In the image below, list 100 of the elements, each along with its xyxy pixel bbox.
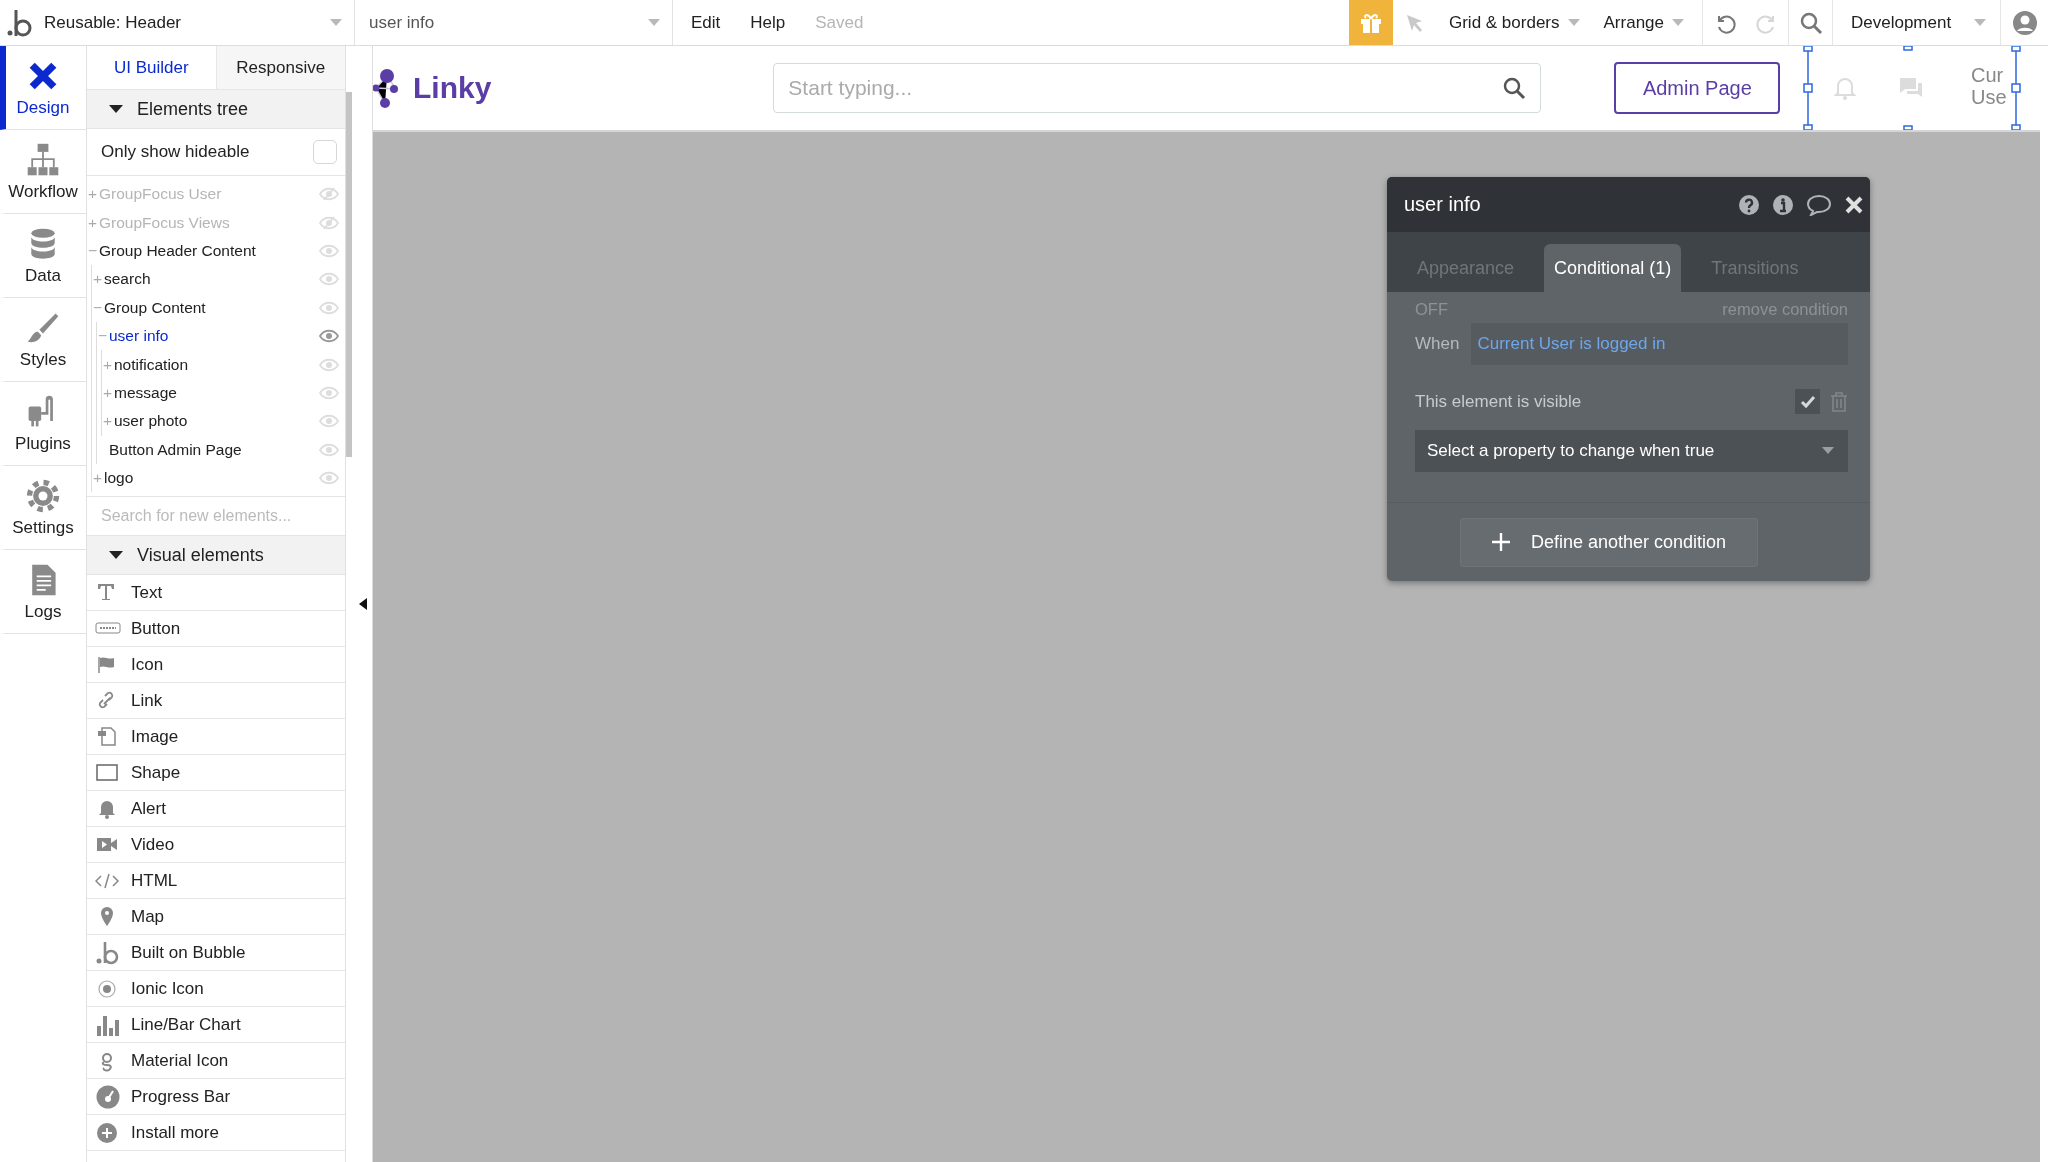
checkbox[interactable] xyxy=(313,140,337,164)
property-dropdown[interactable]: Select a property to change when true xyxy=(1415,430,1848,472)
element-type-item[interactable]: Text xyxy=(87,575,345,612)
caret-icon xyxy=(109,550,123,560)
eye-slash-icon xyxy=(319,187,339,202)
checkbox[interactable] xyxy=(1795,389,1820,414)
tree-item[interactable]: +logo xyxy=(92,463,345,493)
logo-text: Linky xyxy=(413,71,492,105)
element-type-item[interactable]: Built on Bubble xyxy=(87,935,345,972)
eye-icon xyxy=(319,385,339,400)
popup-title: user info xyxy=(1404,193,1481,216)
tree-item[interactable]: +search xyxy=(92,265,345,294)
page-dropdown[interactable]: Reusable: Header xyxy=(40,0,355,45)
tree-item[interactable]: Button Admin Page xyxy=(97,435,345,464)
eye-icon xyxy=(319,329,339,344)
save-status: Saved xyxy=(815,11,865,34)
element-type-item[interactable]: Map xyxy=(87,899,345,936)
popup-tab[interactable]: Conditional (1) xyxy=(1544,244,1682,292)
user-name-text: Cur xyxy=(1971,64,2005,86)
element-type-item[interactable]: Progress Bar xyxy=(87,1079,345,1116)
arrange-menu[interactable]: Arrange xyxy=(1591,0,1702,45)
plus-icon xyxy=(1490,532,1511,552)
bubble-logo-icon xyxy=(95,940,121,965)
avatar-icon[interactable] xyxy=(2011,9,2038,36)
checkmark-icon xyxy=(1799,394,1816,409)
network-logo-icon xyxy=(373,67,399,109)
element-name: Group Content xyxy=(104,298,206,317)
element-type-item[interactable]: Alert xyxy=(87,791,345,828)
gift-button[interactable] xyxy=(1348,0,1393,45)
element-name: logo xyxy=(104,469,134,488)
element-type-item[interactable]: Ionic Icon xyxy=(87,971,345,1008)
nav-tab[interactable]: Settings xyxy=(0,466,86,550)
filter-label: Only show hideable xyxy=(101,142,250,162)
tree-item[interactable]: −user info xyxy=(97,321,345,351)
environment-dropdown[interactable]: Development xyxy=(1832,0,2000,45)
nav-tab[interactable]: Data xyxy=(0,214,86,298)
section-header[interactable]: Elements tree xyxy=(87,90,345,129)
element-type-item[interactable]: Shape xyxy=(87,755,345,792)
element-type-item[interactable]: Button xyxy=(87,611,345,648)
caret-icon xyxy=(1567,18,1580,27)
eye-icon xyxy=(319,243,339,258)
caret-icon xyxy=(330,18,342,27)
scrollbar-thumb[interactable] xyxy=(346,92,352,457)
element-name: user photo xyxy=(114,412,188,431)
element-name: GroupFocus User xyxy=(99,185,222,204)
comment-icon[interactable] xyxy=(1806,193,1832,216)
help-icon[interactable] xyxy=(1738,193,1760,216)
eye-icon xyxy=(319,300,339,315)
info-icon[interactable] xyxy=(1772,193,1794,216)
tree-item[interactable]: +user photo xyxy=(102,407,345,436)
gauge-icon xyxy=(95,1084,121,1109)
collapse-icon[interactable] xyxy=(358,598,367,610)
caret-icon xyxy=(1822,447,1834,455)
caret-icon xyxy=(1672,18,1684,27)
user-name-text: Use xyxy=(1971,86,2007,108)
element-type-item[interactable]: Icon xyxy=(87,647,345,684)
element-name: Button Admin Page xyxy=(109,440,242,459)
eye-icon xyxy=(319,442,339,457)
eye-icon xyxy=(319,357,339,372)
nav-tab[interactable]: Plugins xyxy=(0,382,86,466)
tree-item[interactable]: −Group Content xyxy=(92,293,345,322)
element-dropdown[interactable]: user info xyxy=(355,0,673,45)
panel-tab[interactable]: Responsive xyxy=(215,46,345,90)
element-type-item[interactable]: Line/Bar Chart xyxy=(87,1007,345,1044)
caret-icon xyxy=(109,104,123,114)
element-type-item[interactable]: Material Icon xyxy=(87,1043,345,1080)
nav-tab[interactable]: Styles xyxy=(0,298,86,382)
eye-icon xyxy=(319,471,339,486)
settings-icon xyxy=(25,477,61,514)
element-name: GroupFocus Views xyxy=(99,213,230,232)
element-type-item[interactable]: Link xyxy=(87,683,345,720)
element-name: message xyxy=(114,383,177,402)
when-label: When xyxy=(1415,334,1460,354)
element-name: Group Header Content xyxy=(99,241,256,260)
close-icon[interactable] xyxy=(1844,194,1864,215)
search-icon xyxy=(1502,76,1527,100)
tree-item[interactable]: +message xyxy=(102,378,345,408)
element-type-item[interactable]: HTML xyxy=(87,863,345,900)
nav-tab[interactable]: Logs xyxy=(0,550,86,634)
tree-item[interactable]: −Group Header Content xyxy=(87,236,345,266)
admin-page-button[interactable]: Admin Page xyxy=(1614,62,1781,114)
element-type-item[interactable]: Video xyxy=(87,827,345,864)
section-header[interactable]: Visual elements xyxy=(87,536,345,576)
grid-menu[interactable]: Grid & borders xyxy=(1436,0,1592,45)
tree-item[interactable]: +notification xyxy=(102,350,345,379)
eye-slash-icon xyxy=(319,215,339,230)
eye-icon xyxy=(319,414,339,429)
caret-icon xyxy=(648,18,660,27)
element-name: user info xyxy=(109,327,169,346)
bubble-logo-icon[interactable] xyxy=(7,8,33,37)
eye-icon xyxy=(319,272,339,287)
element-type-item[interactable]: Image xyxy=(87,719,345,756)
menu-item[interactable]: Help xyxy=(750,0,806,45)
search-icon[interactable] xyxy=(1798,10,1823,35)
element-type-item[interactable]: Install more xyxy=(87,1115,345,1152)
menu-item[interactable]: Edit xyxy=(691,0,741,45)
property-label: This element is visible xyxy=(1415,391,1582,412)
element-name: search xyxy=(104,270,151,289)
nav-tab[interactable]: Workflow xyxy=(0,130,86,214)
add-condition-button[interactable]: Define another condition xyxy=(1459,517,1758,567)
